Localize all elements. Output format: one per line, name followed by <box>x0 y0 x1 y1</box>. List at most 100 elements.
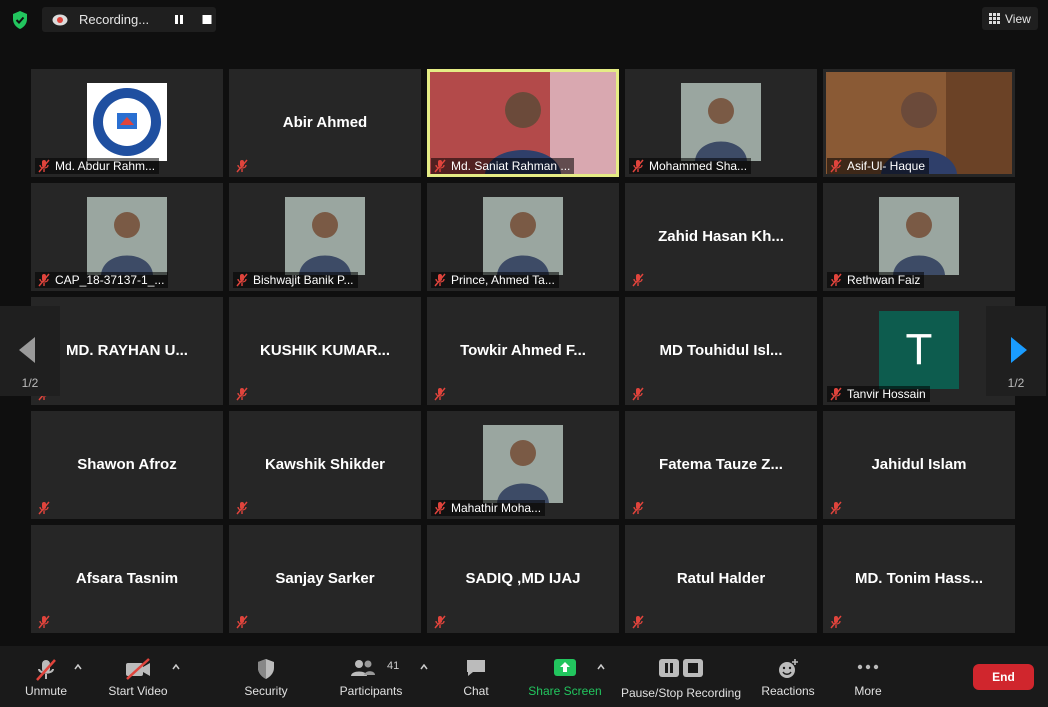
chat-button[interactable]: Chat <box>452 646 500 707</box>
participant-tile[interactable]: Mahathir Moha... <box>427 411 619 519</box>
page-indicator-right: 1/2 <box>1007 376 1025 390</box>
participant-label: Md. Saniat Rahman ... <box>431 158 575 174</box>
next-page-button[interactable]: 1/2 <box>986 306 1046 396</box>
chat-bubble-icon <box>467 660 485 676</box>
microphone-muted-icon <box>829 501 843 515</box>
participant-tile[interactable]: Bishwajit Banik P... <box>229 183 421 291</box>
participant-name-large: Kawshik Shikder <box>264 456 386 473</box>
participant-tile[interactable]: KUSHIK KUMAR... <box>229 297 421 405</box>
security-button[interactable]: Security <box>236 646 296 707</box>
participant-name: Rethwan Faiz <box>847 273 921 287</box>
participant-name-large: Zahid Hasan Kh... <box>658 228 784 245</box>
participant-tile[interactable]: Prince, Ahmed Ta... <box>427 183 619 291</box>
microphone-muted-icon <box>37 159 51 173</box>
participant-label: Mahathir Moha... <box>431 500 546 516</box>
participant-name-large: Abir Ahmed <box>282 114 368 131</box>
participant-tile[interactable]: Abir Ahmed <box>229 69 421 177</box>
participant-tile[interactable]: Rethwan Faiz <box>823 183 1015 291</box>
view-label: View <box>1005 12 1031 26</box>
security-label: Security <box>244 684 288 698</box>
participant-name: Asif-Ul- Haque <box>847 159 926 173</box>
participant-tile[interactable]: Ratul Halder <box>625 525 817 633</box>
video-options-caret-icon[interactable] <box>172 664 180 670</box>
participant-tile[interactable]: Md. Abdur Rahm... <box>31 69 223 177</box>
reactions-label: Reactions <box>761 684 815 698</box>
participant-tile[interactable]: SADIQ ,MD IJAJ <box>427 525 619 633</box>
participant-label: Tanvir Hossain <box>827 386 930 402</box>
participant-name-large: Ratul Halder <box>676 570 766 587</box>
avatar-initial: T <box>879 311 959 389</box>
participant-tile[interactable]: Kawshik Shikder <box>229 411 421 519</box>
participant-label: Bishwajit Banik P... <box>233 272 358 288</box>
participant-name-large: Towkir Ahmed F... <box>460 342 586 359</box>
participant-tile[interactable]: Asif-Ul- Haque <box>823 69 1015 177</box>
microphone-muted-icon <box>235 273 249 287</box>
microphone-muted-icon <box>829 159 843 173</box>
participant-tile[interactable]: MD. Tonim Hass... <box>823 525 1015 633</box>
participant-name: Prince, Ahmed Ta... <box>451 273 555 287</box>
participant-tile[interactable]: Sanjay Sarker <box>229 525 421 633</box>
participant-tile[interactable]: Afsara Tasnim <box>31 525 223 633</box>
participant-tile[interactable]: CAP_18-37137-1_... <box>31 183 223 291</box>
reactions-button[interactable]: Reactions <box>758 646 818 707</box>
cloud-recording-icon <box>52 14 68 26</box>
participant-name-large: Fatema Tauze Z... <box>659 456 783 473</box>
chevron-left-icon <box>19 337 35 363</box>
participant-tile[interactable]: Md. Saniat Rahman ... <box>427 69 619 177</box>
grid-view-icon <box>989 13 1000 24</box>
microphone-muted-icon <box>433 159 447 173</box>
microphone-muted-icon <box>235 159 249 173</box>
view-button[interactable]: View <box>982 7 1038 30</box>
chat-label: Chat <box>463 684 489 698</box>
participant-label: Rethwan Faiz <box>827 272 925 288</box>
page-indicator-left: 1/2 <box>21 376 39 390</box>
more-button[interactable]: More <box>842 646 894 707</box>
microphone-muted-icon <box>631 273 645 287</box>
recording-label: Recording... <box>79 12 150 27</box>
participant-name: Bishwajit Banik P... <box>253 273 354 287</box>
participant-name: Md. Abdur Rahm... <box>55 159 156 173</box>
microphone-muted-icon <box>235 615 249 629</box>
share-options-caret-icon[interactable] <box>597 664 605 670</box>
shield-check-icon[interactable] <box>10 10 30 30</box>
profile-photo <box>87 197 167 275</box>
stop-recording-icon[interactable] <box>200 13 214 26</box>
unmute-button[interactable]: Unmute <box>14 646 78 707</box>
more-dots-icon <box>857 664 879 670</box>
participants-options-caret-icon[interactable] <box>420 664 428 670</box>
participant-count: 41 <box>387 660 400 672</box>
participant-name: CAP_18-37137-1_... <box>55 273 165 287</box>
chevron-right-icon <box>1011 337 1027 363</box>
microphone-muted-icon <box>235 387 249 401</box>
share-screen-button[interactable]: Share Screen <box>526 646 604 707</box>
participant-label: Md. Abdur Rahm... <box>35 158 160 174</box>
pause-stop-recording-button[interactable]: Pause/Stop Recording <box>620 646 742 707</box>
participant-name: Tanvir Hossain <box>847 387 926 401</box>
participant-tile[interactable]: Zahid Hasan Kh... <box>625 183 817 291</box>
pause-recording-icon[interactable] <box>172 13 186 26</box>
participant-tile[interactable]: Shawon Afroz <box>31 411 223 519</box>
security-shield-icon <box>258 659 274 679</box>
pause-stop-label: Pause/Stop Recording <box>620 686 742 700</box>
participant-tile[interactable]: Jahidul Islam <box>823 411 1015 519</box>
microphone-muted-icon <box>829 387 843 401</box>
participant-tile[interactable]: Towkir Ahmed F... <box>427 297 619 405</box>
participant-tile[interactable]: Fatema Tauze Z... <box>625 411 817 519</box>
end-meeting-button[interactable]: End <box>973 664 1034 690</box>
microphone-muted-icon <box>433 273 447 287</box>
microphone-muted-icon <box>433 615 447 629</box>
participant-name-large: MD Touhidul Isl... <box>659 342 783 359</box>
microphone-muted-icon <box>631 501 645 515</box>
participant-name-large: Afsara Tasnim <box>75 570 179 587</box>
participant-label: Mohammed Sha... <box>629 158 752 174</box>
participant-tile[interactable]: MD Touhidul Isl... <box>625 297 817 405</box>
profile-photo <box>483 425 563 503</box>
participant-label: Asif-Ul- Haque <box>827 158 930 174</box>
camera-off-icon <box>126 658 150 680</box>
audio-options-caret-icon[interactable] <box>74 664 82 670</box>
participant-tile[interactable]: Mohammed Sha... <box>625 69 817 177</box>
participant-name-large: Sanjay Sarker <box>275 570 375 587</box>
previous-page-button[interactable]: 1/2 <box>0 306 60 396</box>
participants-button[interactable]: 41 Participants <box>336 646 406 707</box>
start-video-button[interactable]: Start Video <box>100 646 176 707</box>
